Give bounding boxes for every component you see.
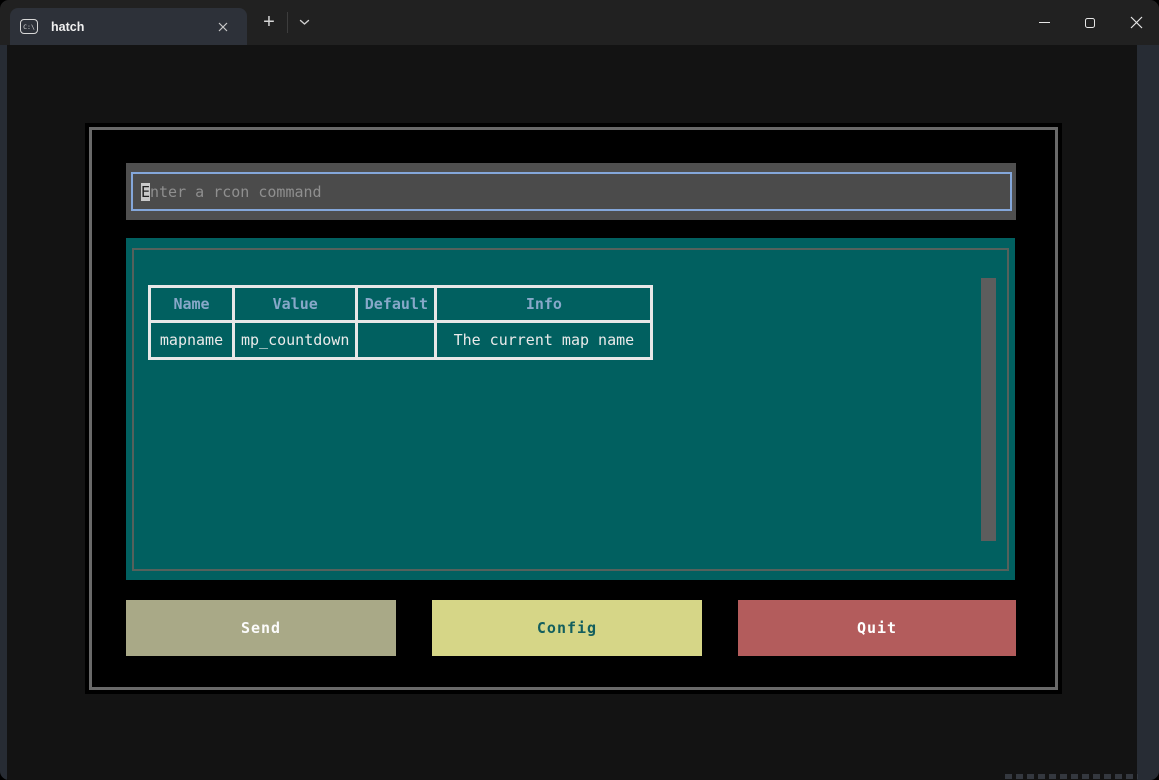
maximize-icon (1085, 18, 1095, 28)
minimize-icon (1039, 22, 1050, 23)
column-header-value: Value (234, 287, 357, 322)
table-header: Name Value Default Info (150, 287, 652, 322)
close-icon (1130, 16, 1143, 29)
terminal-scrollbar-area[interactable] (1137, 45, 1159, 780)
chevron-down-icon (299, 19, 310, 26)
command-prompt-icon: C:\ (20, 19, 38, 34)
tab-title: hatch (51, 20, 84, 34)
cell-value: mp_countdown (234, 322, 357, 359)
window-left-edge (0, 45, 7, 780)
rcon-command-input[interactable]: Enter a rcon command (131, 172, 1012, 211)
plus-icon: + (263, 11, 275, 34)
column-header-default: Default (357, 287, 436, 322)
terminal-window: C:\ hatch + Enter a (0, 0, 1159, 780)
clipped-text-artifact (1005, 774, 1138, 779)
cell-default (357, 322, 436, 359)
table-row[interactable]: mapname mp_countdown The current map nam… (150, 322, 652, 359)
minimize-button[interactable] (1021, 0, 1067, 45)
text-cursor: E (141, 183, 150, 201)
cvar-table-panel: Name Value Default Info mapname mp_count… (126, 238, 1015, 580)
cell-name: mapname (150, 322, 234, 359)
titlebar: C:\ hatch + (0, 0, 1159, 45)
tab-close-icon[interactable] (214, 18, 232, 36)
close-button[interactable] (1113, 0, 1159, 45)
cvar-table: Name Value Default Info mapname mp_count… (148, 285, 653, 360)
input-placeholder: nter a rcon command (150, 183, 322, 201)
scrollbar-thumb[interactable] (981, 278, 996, 541)
window-controls (1021, 0, 1159, 45)
rcon-input-container: Enter a rcon command (126, 163, 1016, 220)
send-button[interactable]: Send (126, 600, 396, 656)
new-tab-button[interactable]: + (256, 11, 282, 34)
column-header-info: Info (436, 287, 652, 322)
tab-dropdown-button[interactable] (291, 11, 317, 34)
command-prompt-icon-text: C:\ (23, 23, 35, 31)
tab-hatch[interactable]: C:\ hatch (10, 8, 247, 45)
config-button[interactable]: Config (432, 600, 702, 656)
column-header-name: Name (150, 287, 234, 322)
rcon-dialog: Enter a rcon command Name Value Default … (85, 123, 1062, 694)
cell-info: The current map name (436, 322, 652, 359)
maximize-button[interactable] (1067, 0, 1113, 45)
quit-button[interactable]: Quit (738, 600, 1016, 656)
tabbar-divider (287, 12, 288, 33)
